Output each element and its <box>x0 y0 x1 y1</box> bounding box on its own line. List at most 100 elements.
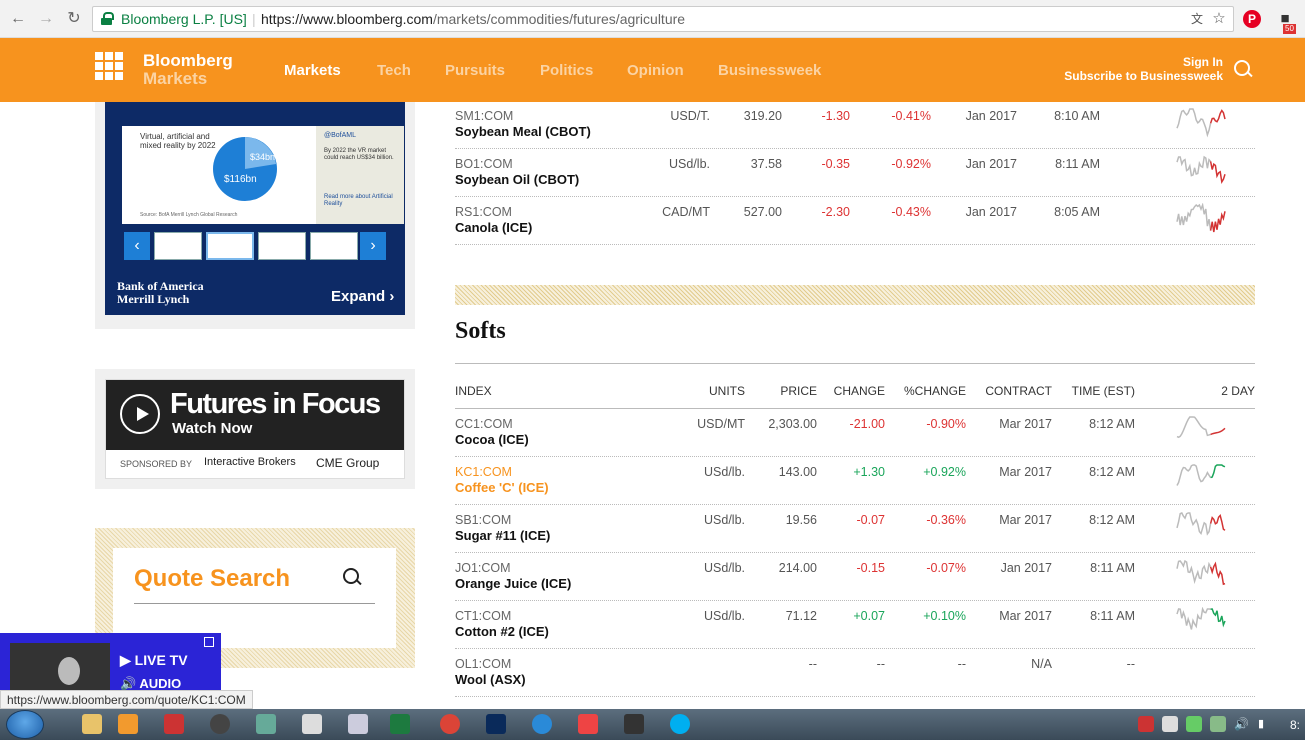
cell-symbol[interactable]: OL1:COM <box>455 657 511 671</box>
cell-symbol[interactable]: CC1:COM <box>455 417 513 431</box>
brand-logo[interactable]: Bloomberg <box>143 51 233 71</box>
cell-price: 71.12 <box>785 609 817 623</box>
quote-search-input[interactable] <box>134 603 375 604</box>
nav-politics[interactable]: Politics <box>540 62 593 79</box>
thumbnail-3[interactable] <box>258 232 306 260</box>
cell-time: 8:11 AM <box>1090 561 1135 575</box>
table-row[interactable]: RS1:COM Canola (ICE) CAD/MT 527.00 -2.30 -0.4… <box>455 197 1255 245</box>
tray-icon-1[interactable] <box>1138 716 1154 732</box>
prev-arrow-icon[interactable]: ‹ <box>124 232 150 260</box>
word-icon[interactable] <box>302 714 322 734</box>
cell-symbol[interactable]: SB1:COM <box>455 513 511 527</box>
folder-icon[interactable] <box>82 714 102 734</box>
video-icon[interactable] <box>624 714 644 734</box>
menu-grid-icon[interactable] <box>95 52 123 80</box>
bookmark-star-icon[interactable]: ☆ <box>1210 10 1228 28</box>
search-icon[interactable] <box>343 568 363 588</box>
disc-icon[interactable] <box>210 714 230 734</box>
cell-instrument-name[interactable]: Wool (ASX) <box>455 672 526 687</box>
next-arrow-icon[interactable]: › <box>360 232 386 260</box>
table-row[interactable]: BO1:COM Soybean Oil (CBOT) USd/lb. 37.58 -0.… <box>455 149 1255 197</box>
cell-instrument-name[interactable]: Canola (ICE) <box>455 220 532 235</box>
cell-instrument-name[interactable]: Coffee 'C' (ICE) <box>455 480 549 495</box>
skype-icon[interactable] <box>670 714 690 734</box>
thumbnail-2[interactable] <box>206 232 254 260</box>
ie-icon[interactable] <box>532 714 552 734</box>
nav-markets[interactable]: Markets <box>284 62 341 79</box>
tray-icon-3[interactable] <box>1186 716 1202 732</box>
cell-instrument-name[interactable]: Orange Juice (ICE) <box>455 576 571 591</box>
pinterest-icon[interactable]: P <box>1243 10 1261 28</box>
network-icon[interactable]: ▮ <box>1258 717 1278 737</box>
sparkline-today <box>1210 608 1226 628</box>
back-icon[interactable]: ← <box>8 9 28 29</box>
live-tv-thumbnail[interactable] <box>10 643 110 690</box>
address-bar[interactable]: Bloomberg L.P. [US] | https://www.bloomb… <box>92 6 1234 32</box>
pin-icon[interactable] <box>164 714 184 734</box>
cell-instrument-name[interactable]: Cotton #2 (ICE) <box>455 624 549 639</box>
url-text: https://www.bloomberg.com/markets/commod… <box>261 7 685 31</box>
ad-expand-button[interactable]: Expand › <box>331 288 394 305</box>
tray-icon-2[interactable] <box>1162 716 1178 732</box>
ad-expand-label: Expand <box>331 288 386 305</box>
table-row[interactable]: KC1:COM Coffee 'C' (ICE) USd/lb. 143.00 +1.3… <box>455 457 1255 505</box>
softs-heading: Softs <box>455 318 506 344</box>
nav-tech[interactable]: Tech <box>377 62 411 79</box>
ad-read-more[interactable]: Read more about Artificial Reality <box>324 194 402 208</box>
quote-search-title: Quote Search <box>134 565 291 592</box>
table-row[interactable]: OL1:COM Wool (ASX) -- -- -- N/A -- <box>455 649 1255 697</box>
search-icon[interactable] <box>1234 60 1254 80</box>
tools-icon[interactable] <box>256 714 276 734</box>
cell-instrument-name[interactable]: Soybean Oil (CBOT) <box>455 172 579 187</box>
cell-time: 8:12 AM <box>1089 465 1135 479</box>
nav-opinion[interactable]: Opinion <box>627 62 684 79</box>
site-header: Bloomberg Markets Markets Tech Pursuits … <box>0 38 1305 102</box>
app-icon[interactable] <box>578 714 598 734</box>
thumbnail-4[interactable] <box>310 232 358 260</box>
cell-units: USd/lb. <box>704 513 745 527</box>
cell-pct-change: -- <box>957 657 966 671</box>
chrome-icon[interactable] <box>440 714 460 734</box>
cell-symbol[interactable]: KC1:COM <box>455 465 512 479</box>
live-tv-label[interactable]: ▶ LIVE TV <box>120 652 188 669</box>
cell-price: 527.00 <box>743 205 782 219</box>
nav-businessweek[interactable]: Businessweek <box>718 62 821 79</box>
table-row[interactable]: CC1:COM Cocoa (ICE) USD/MT 2,303.00 -21.00 -0… <box>455 409 1255 457</box>
ad-watch-now[interactable]: Watch Now <box>172 420 252 437</box>
nav-pursuits[interactable]: Pursuits <box>445 62 505 79</box>
cell-symbol[interactable]: JO1:COM <box>455 561 511 575</box>
brand-section[interactable]: Markets <box>143 69 207 89</box>
header-2day: 2 DAY <box>1221 384 1255 398</box>
cell-price: 19.56 <box>785 513 817 527</box>
cell-symbol[interactable]: BO1:COM <box>455 157 513 171</box>
cell-symbol[interactable]: RS1:COM <box>455 205 512 219</box>
excel-icon[interactable] <box>390 714 410 734</box>
popout-icon[interactable] <box>204 637 214 647</box>
start-button[interactable] <box>6 710 44 739</box>
sign-in-link[interactable]: Sign In <box>1183 55 1223 69</box>
ad-bofa[interactable]: Virtual, artificial and mixed reality by… <box>105 102 405 315</box>
calculator-icon[interactable] <box>348 714 368 734</box>
forward-icon[interactable]: → <box>36 9 56 29</box>
volume-icon[interactable]: 🔊 <box>1234 717 1254 737</box>
thumbnail-1[interactable] <box>154 232 202 260</box>
photoshop-icon[interactable] <box>486 714 506 734</box>
translate-icon[interactable]: 文 <box>1188 10 1206 28</box>
reload-icon[interactable]: ↻ <box>64 9 84 29</box>
cell-symbol[interactable]: SM1:COM <box>455 109 513 123</box>
cell-instrument-name[interactable]: Soybean Meal (CBOT) <box>455 124 591 139</box>
subscribe-link[interactable]: Subscribe to Businessweek <box>1064 69 1223 83</box>
table-row[interactable]: CT1:COM Cotton #2 (ICE) USd/lb. 71.12 +0.07 +… <box>455 601 1255 649</box>
media-player-icon[interactable] <box>118 714 138 734</box>
cell-contract: Jan 2017 <box>965 109 1017 123</box>
table-row[interactable]: SB1:COM Sugar #11 (ICE) USd/lb. 19.56 -0.07 -… <box>455 505 1255 553</box>
cell-instrument-name[interactable]: Cocoa (ICE) <box>455 432 529 447</box>
cell-instrument-name[interactable]: Sugar #11 (ICE) <box>455 528 550 543</box>
cell-symbol[interactable]: CT1:COM <box>455 609 511 623</box>
tray-icon-4[interactable] <box>1210 716 1226 732</box>
table-row[interactable]: JO1:COM Orange Juice (ICE) USd/lb. 214.00 -0… <box>455 553 1255 601</box>
ad-futures[interactable]: Futures in Focus Watch Now SPONSORED BY … <box>105 379 405 479</box>
live-tv-widget[interactable]: ▶ LIVE TV 🔊 AUDIO <box>0 633 221 691</box>
play-icon[interactable] <box>120 394 160 434</box>
table-row[interactable]: SM1:COM Soybean Meal (CBOT) USD/T. 319.20 -1… <box>455 101 1255 149</box>
